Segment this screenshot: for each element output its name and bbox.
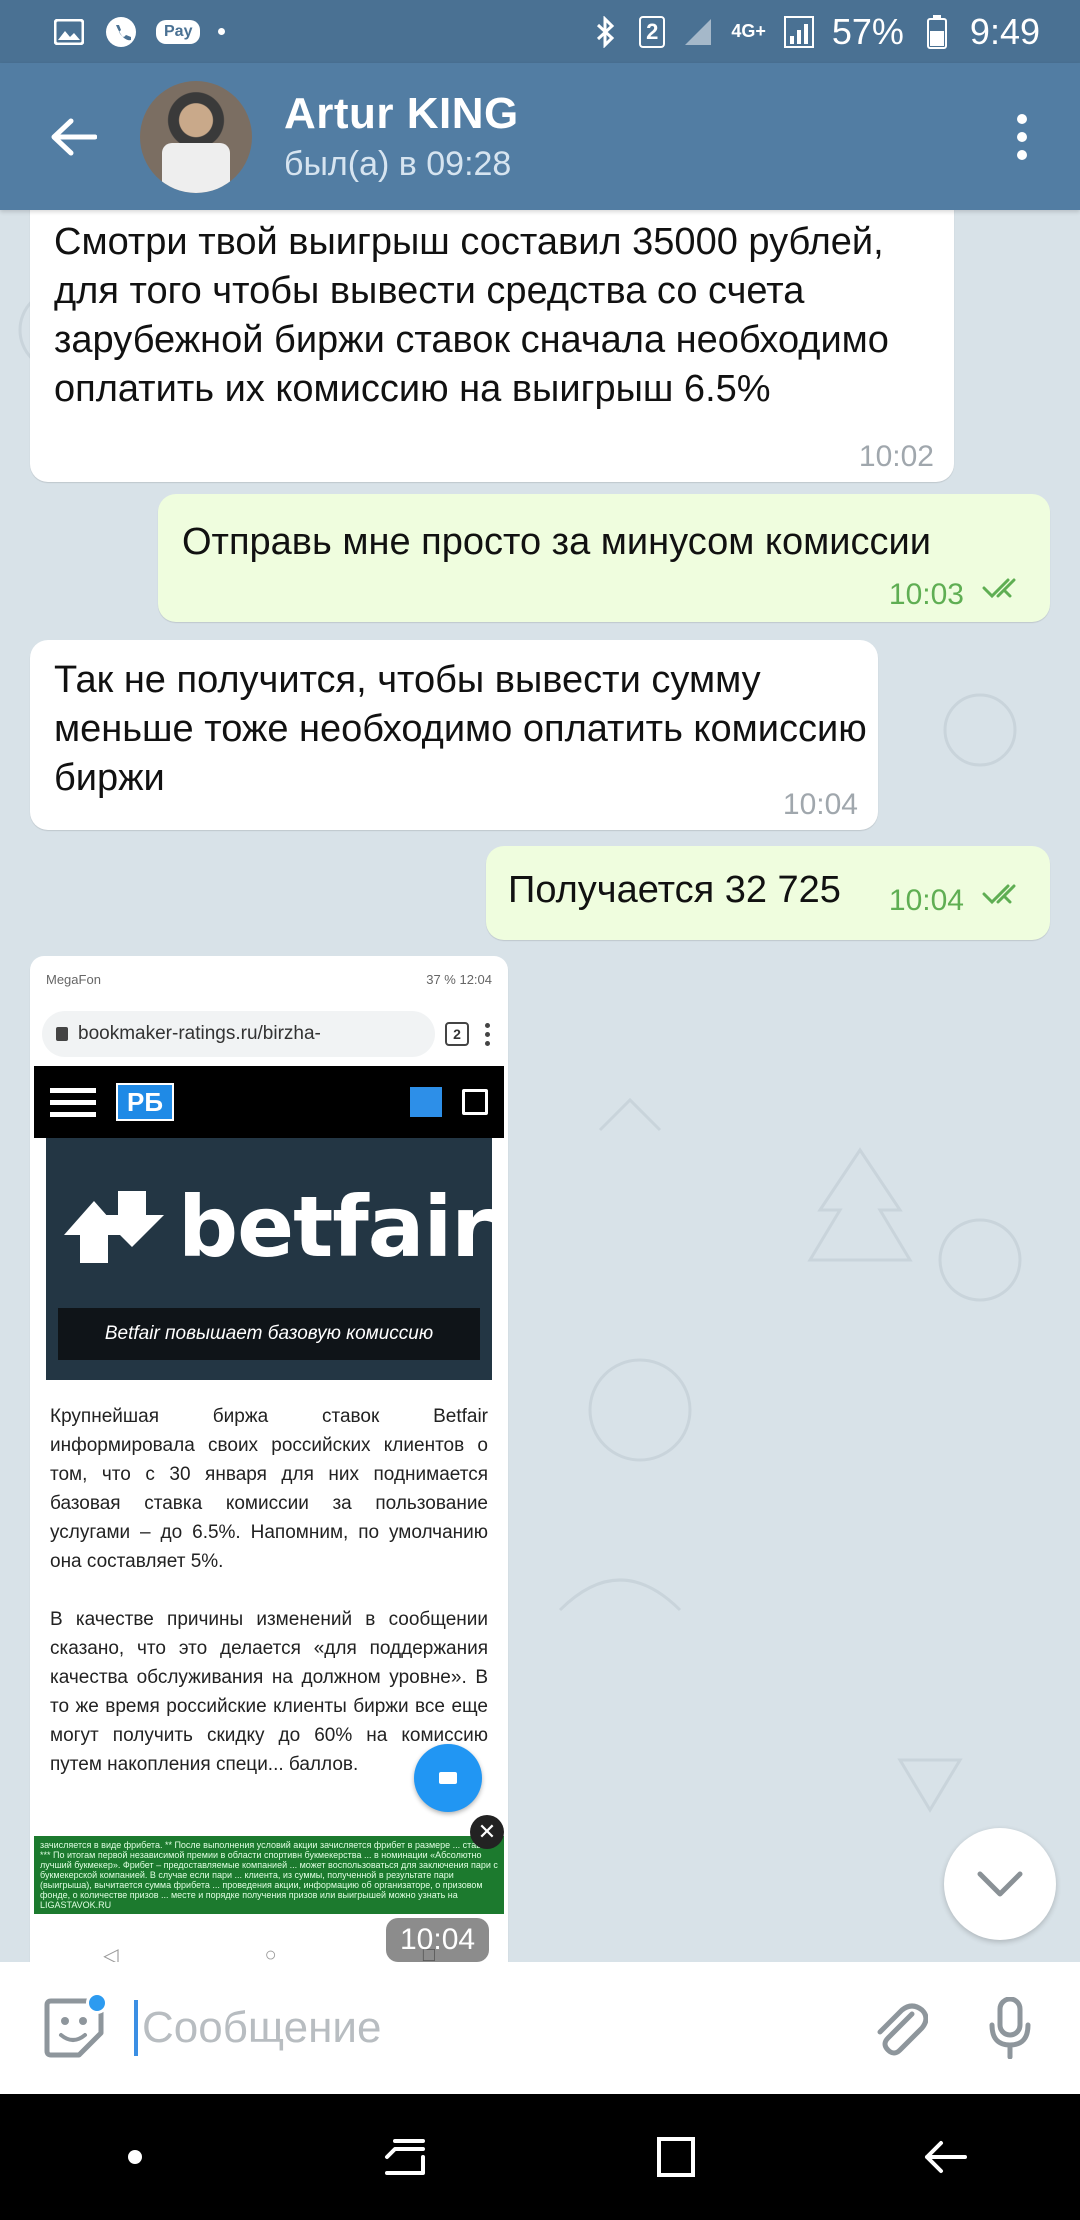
screenshot-status-right: 37 % 12:04 <box>426 971 492 987</box>
message-text: Так не получится, чтобы вывести сумму ме… <box>54 659 867 799</box>
chat-title-block[interactable]: Artur KING был(а) в 09:28 <box>284 89 519 184</box>
screenshot-statusbar: MegaFon 37 % 12:04 <box>30 956 508 1002</box>
home-button[interactable] <box>625 2107 725 2207</box>
betfair-banner: betfair Betfair повышает базовую комисси… <box>46 1138 493 1380</box>
screenshot-back-icon: ◁ <box>103 1944 119 1963</box>
signal-icon <box>681 17 715 47</box>
recent-apps-icon <box>385 2139 425 2175</box>
chat-header: Artur KING был(а) в 09:28 <box>0 63 1080 210</box>
chevron-down-icon <box>977 1871 1023 1897</box>
bluetooth-icon <box>589 15 623 48</box>
sim-indicator: 2 <box>639 15 666 48</box>
message-input[interactable]: Сообщение <box>134 1988 860 2068</box>
paperclip-icon <box>877 2003 928 2056</box>
image-time: 10:04 <box>386 1918 490 1962</box>
message-time: 10:03 <box>888 578 964 611</box>
back-nav-button[interactable] <box>895 2107 995 2207</box>
back-button[interactable] <box>28 92 118 182</box>
login-icon <box>462 1089 488 1115</box>
more-notifications-dot <box>218 28 226 35</box>
attach-button[interactable] <box>860 1988 940 2068</box>
hamburger-icon <box>50 1087 96 1117</box>
network-type: 4G+ <box>731 21 766 41</box>
message-text: Получается 32 725 <box>508 869 841 911</box>
lock-icon <box>56 1027 68 1041</box>
screenshot-url-field: bookmaker-ratings.ru/birzha- <box>42 1011 435 1057</box>
back-arrow-icon <box>925 2141 967 2173</box>
home-square-icon <box>657 2137 695 2177</box>
screenshot-close-icon: ✕ <box>470 1815 504 1849</box>
system-navigation-bar <box>0 2094 1080 2220</box>
message-text: Отправь мне просто за минусом комиссии <box>182 521 931 563</box>
battery-percent: 57% <box>831 10 904 52</box>
screenshot-article: Крупнейшая биржа ставок Betfair информир… <box>30 1380 508 1779</box>
signal-strength-icon <box>782 15 816 48</box>
assistant-button[interactable] <box>85 2107 185 2207</box>
text-caret <box>134 2000 138 2056</box>
screenshot-carrier: MegaFon <box>46 971 101 987</box>
double-check-icon <box>982 884 1016 905</box>
outgoing-message[interactable]: Отправь мне просто за минусом комиссии 1… <box>158 494 1050 622</box>
site-logo: РБ <box>116 1083 174 1121</box>
screenshot-home-icon: ○ <box>264 1943 277 1963</box>
dot-icon <box>128 2150 142 2164</box>
phone-notification-icon <box>104 16 138 47</box>
message-time: 10:04 <box>888 884 964 917</box>
sticker-emoji-button[interactable] <box>34 1988 114 2068</box>
screenshot-urlbar: bookmaker-ratings.ru/birzha- 2 <box>30 1002 508 1066</box>
article-paragraph: В качестве причины изменений в сообщении… <box>50 1609 488 1775</box>
message-text: Смотри твой выигрыш составил 35000 рубле… <box>54 221 889 410</box>
pay-notification-badge: Pay <box>156 19 201 44</box>
battery-icon <box>920 14 954 49</box>
betfair-arrows-icon <box>64 1191 164 1263</box>
arrow-left-icon <box>51 118 97 155</box>
double-check-icon <box>982 578 1016 599</box>
gift-icon <box>410 1087 442 1117</box>
screenshot-more-icon <box>485 1022 490 1046</box>
avatar[interactable] <box>140 80 252 193</box>
message-time: 10:04 <box>782 788 858 821</box>
betfair-logo: betfair <box>60 1178 493 1276</box>
message-time: 10:02 <box>858 440 934 473</box>
more-vertical-icon[interactable] <box>992 92 1052 182</box>
image-message[interactable]: MegaFon 37 % 12:04 bookmaker-ratings.ru/… <box>30 956 508 1962</box>
screenshot-fineprint: зачисляется в виде фрибета. ** После вып… <box>34 1836 504 1914</box>
screenshot-url: bookmaker-ratings.ru/birzha- <box>78 1023 321 1044</box>
incoming-message[interactable]: Так не получится, чтобы вывести сумму ме… <box>30 640 878 830</box>
message-input-bar: Сообщение <box>0 1962 1080 2094</box>
clock: 9:49 <box>969 10 1040 52</box>
banner-caption: Betfair повышает базовую комиссию <box>58 1308 480 1360</box>
last-seen-status: был(а) в 09:28 <box>284 145 512 183</box>
chat-area[interactable]: Смотри твой выигрыш составил 35000 рубле… <box>0 210 1080 1962</box>
incoming-message[interactable]: Смотри твой выигрыш составил 35000 рубле… <box>30 210 954 482</box>
screenshot-site-nav: РБ <box>34 1066 504 1138</box>
gallery-notification-icon <box>52 17 86 47</box>
outgoing-message[interactable]: Получается 32 725 10:04 <box>486 846 1050 940</box>
microphone-icon <box>989 1997 1031 2059</box>
scroll-down-button[interactable] <box>944 1828 1056 1940</box>
voice-record-button[interactable] <box>970 1988 1050 2068</box>
contact-name: Artur KING <box>284 89 519 138</box>
article-paragraph: Крупнейшая биржа ставок Betfair информир… <box>50 1406 488 1572</box>
screenshot-tab-count: 2 <box>445 1022 469 1046</box>
recents-button[interactable] <box>355 2107 455 2207</box>
screenshot-mail-fab-icon <box>414 1744 482 1812</box>
message-input-placeholder: Сообщение <box>142 2003 382 2052</box>
betfair-wordmark: betfair <box>178 1178 493 1276</box>
new-stickers-dot <box>86 1992 108 2014</box>
status-bar: Pay 2 4G+ 57% 9:49 <box>0 0 1080 63</box>
